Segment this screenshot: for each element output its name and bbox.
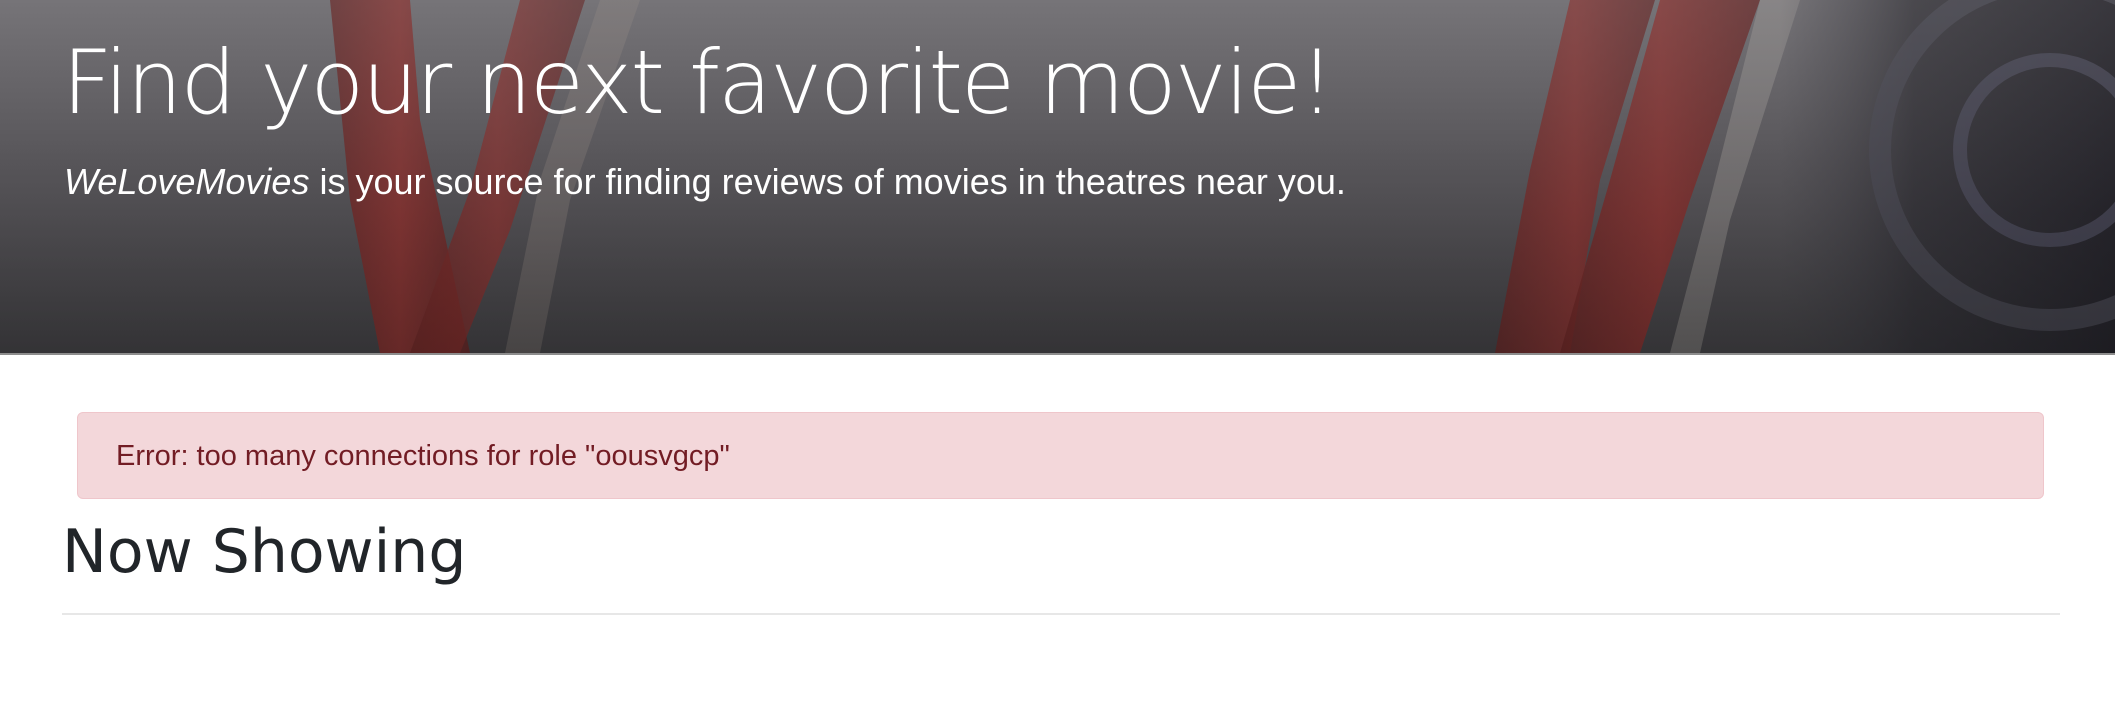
hero-banner: Find your next favorite movie! WeLoveMov… [0, 0, 2115, 355]
hero-subtitle: WeLoveMovies is your source for finding … [64, 158, 1346, 206]
hero-subtitle-text: is your source for finding reviews of mo… [309, 161, 1346, 202]
hero-title: Find your next favorite movie! [62, 31, 1335, 134]
section-divider [62, 613, 2060, 615]
now-showing-heading: Now Showing [62, 517, 467, 587]
brand-name: WeLoveMovies [64, 161, 310, 202]
error-alert: Error: too many connections for role "oo… [77, 412, 2044, 499]
